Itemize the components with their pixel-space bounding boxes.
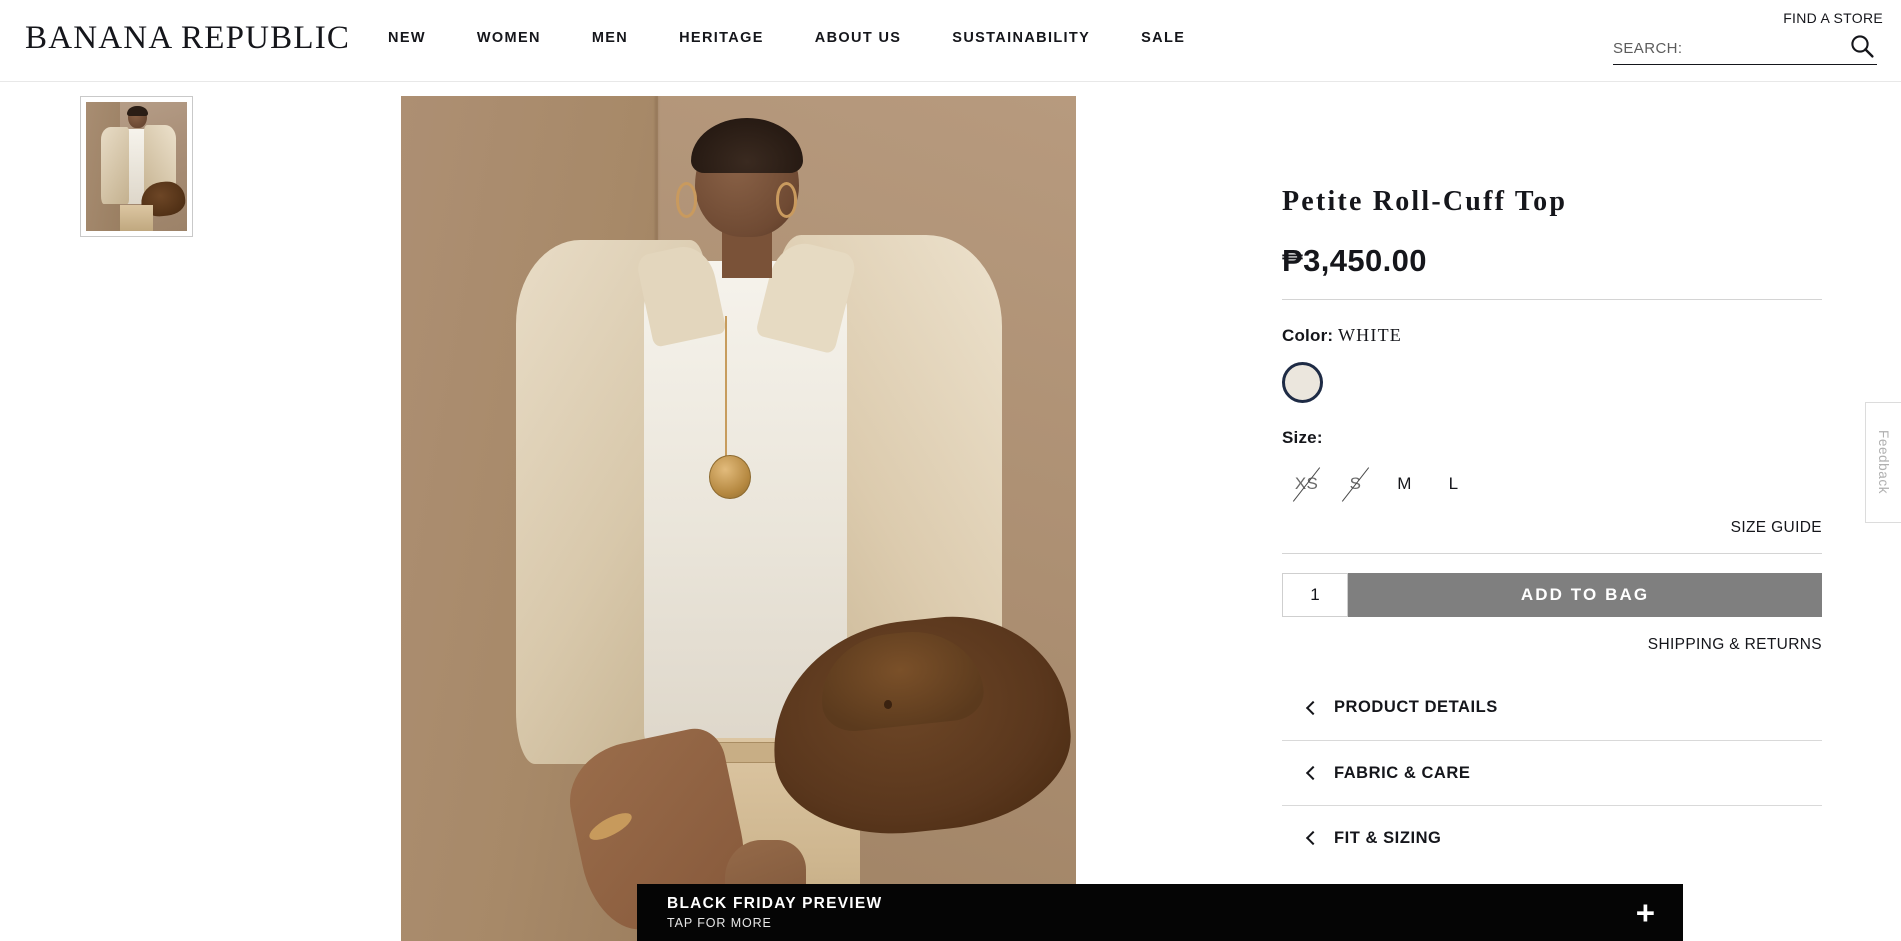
- page-title: Petite Roll-Cuff Top: [1282, 186, 1568, 217]
- thumbnail-image: [86, 102, 187, 231]
- add-to-bag-button[interactable]: ADD TO BAG: [1348, 573, 1822, 617]
- color-value: WHITE: [1337, 325, 1402, 345]
- size-label: Size:: [1282, 428, 1323, 447]
- nav-item-sustainability[interactable]: SUSTAINABILITY: [952, 30, 1115, 46]
- search-bar: [1613, 33, 1877, 65]
- size-option-s[interactable]: S: [1331, 467, 1380, 501]
- search-icon[interactable]: [1849, 33, 1875, 59]
- feedback-tab[interactable]: Feedback: [1865, 402, 1901, 523]
- size-option-xs[interactable]: XS: [1282, 467, 1331, 501]
- purchase-controls: 1 ADD TO BAG: [1282, 573, 1822, 617]
- size-selector: XS S M L: [1282, 467, 1822, 501]
- site-header: BANANA REPUBLIC NEW WOMEN MEN HERITAGE A…: [0, 0, 1901, 82]
- thumbnail-list: [80, 96, 193, 237]
- find-a-store-link[interactable]: FIND A STORE: [1613, 10, 1883, 26]
- nav-item-sale[interactable]: SALE: [1141, 30, 1210, 46]
- plus-icon[interactable]: +: [1636, 896, 1655, 929]
- promo-text-group: BLACK FRIDAY PREVIEW TAP FOR MORE: [667, 894, 882, 931]
- chevron-left-icon: [1305, 830, 1321, 846]
- product-price: ₱3,450.00: [1282, 243, 1427, 278]
- chevron-left-icon: [1305, 765, 1321, 781]
- color-swatch-list: [1282, 362, 1822, 403]
- product-image-illustration: [401, 96, 1076, 941]
- product-main-image[interactable]: [401, 96, 1076, 941]
- accordion-label: FABRIC & CARE: [1334, 763, 1471, 782]
- size-option-l[interactable]: L: [1429, 467, 1478, 501]
- color-label: Color:: [1282, 326, 1334, 345]
- divider: [1282, 299, 1822, 300]
- quantity-stepper[interactable]: 1: [1282, 573, 1348, 617]
- divider: [1282, 553, 1822, 554]
- product-page-main: BLACK FRIDAY PREVIEW TAP FOR MORE + Peti…: [0, 82, 1901, 941]
- color-section: Color: WHITE: [1282, 325, 1822, 346]
- nav-item-heritage[interactable]: HERITAGE: [679, 30, 789, 46]
- accordion-label: PRODUCT DETAILS: [1334, 698, 1498, 716]
- product-info-panel: Petite Roll-Cuff Top ₱3,450.00 Color: WH…: [1282, 82, 1822, 870]
- main-navigation: NEW WOMEN MEN HERITAGE ABOUT US SUSTAINA…: [388, 30, 1210, 46]
- feedback-label: Feedback: [1876, 430, 1891, 495]
- shipping-returns-link[interactable]: SHIPPING & RETURNS: [1282, 636, 1822, 654]
- promo-banner[interactable]: BLACK FRIDAY PREVIEW TAP FOR MORE +: [637, 884, 1683, 941]
- header-utilities: FIND A STORE: [1613, 10, 1883, 65]
- size-guide-link[interactable]: SIZE GUIDE: [1282, 519, 1822, 537]
- nav-item-new[interactable]: NEW: [388, 30, 451, 46]
- color-swatch-white[interactable]: [1282, 362, 1323, 403]
- promo-subtitle: TAP FOR MORE: [667, 915, 772, 930]
- brand-logo[interactable]: BANANA REPUBLIC: [25, 20, 350, 57]
- accordion-product-details[interactable]: PRODUCT DETAILS: [1282, 675, 1822, 740]
- accordion-fit-sizing[interactable]: FIT & SIZING: [1282, 805, 1822, 870]
- accordion-fabric-care[interactable]: FABRIC & CARE: [1282, 740, 1822, 805]
- nav-item-about-us[interactable]: ABOUT US: [815, 30, 927, 46]
- search-input[interactable]: [1613, 40, 1828, 57]
- thumbnail-item[interactable]: [80, 96, 193, 237]
- nav-item-women[interactable]: WOMEN: [477, 30, 566, 46]
- nav-item-men[interactable]: MEN: [592, 30, 653, 46]
- product-accordions: PRODUCT DETAILS FABRIC & CARE FIT & SIZI…: [1282, 675, 1822, 870]
- promo-title: BLACK FRIDAY PREVIEW: [667, 895, 883, 913]
- size-option-m[interactable]: M: [1380, 467, 1429, 501]
- chevron-left-icon: [1305, 700, 1321, 715]
- accordion-label: FIT & SIZING: [1334, 828, 1442, 847]
